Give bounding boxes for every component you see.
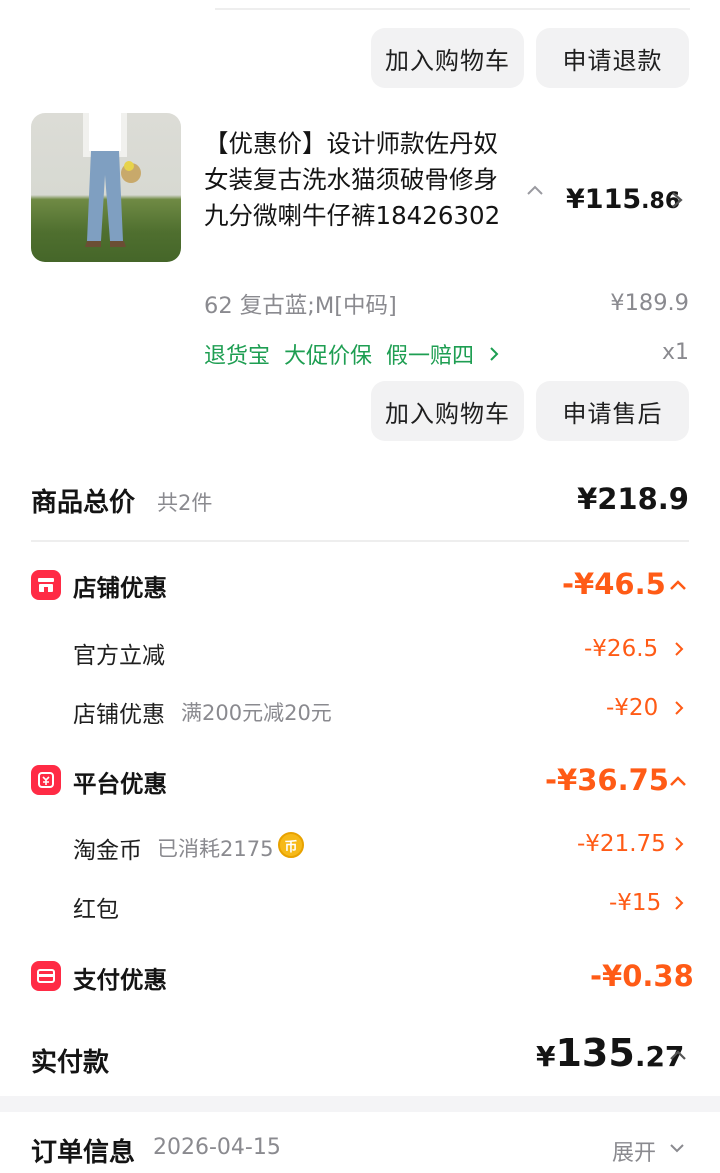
store-icon [31, 570, 61, 600]
paid-amount-label: 实付款 [31, 1048, 110, 1078]
chevron-right-icon [490, 347, 499, 361]
product-spec: 62 复古蓝;M[中码] [204, 293, 397, 319]
red-packet-label: 红包 [73, 897, 119, 923]
after-sales-button[interactable]: 申请售后 [536, 381, 689, 441]
product-title[interactable]: 【优惠价】设计师款佐丹奴女装复古洗水猫须破骨修身九分微喇牛仔裤18426302 [204, 126, 514, 234]
red-packet-value[interactable]: -¥15 [609, 890, 661, 916]
quantity: x1 [661, 340, 689, 365]
chevron-up-icon[interactable] [525, 180, 545, 200]
taojinbi-note: 已消耗2175 [157, 837, 274, 861]
tag-price-protection: 大促价保 [284, 344, 373, 369]
store-discount-label: 店铺优惠 [73, 574, 167, 602]
platform-discount-label: 平台优惠 [73, 770, 167, 798]
coin-icon: 币 [278, 832, 304, 858]
total-price-value: ¥218.9 [577, 482, 689, 516]
chevron-up-icon[interactable] [668, 1048, 688, 1062]
price-integer: 115 [584, 184, 642, 215]
section-gap [0, 1096, 720, 1112]
store-discount-value: -¥46.5 [562, 567, 666, 601]
chevron-up-icon[interactable] [668, 578, 688, 592]
chevron-right-icon[interactable] [673, 699, 685, 717]
summary-divider [31, 540, 689, 542]
original-price: ¥189.9 [610, 290, 689, 316]
payment-discount-label: 支付优惠 [73, 966, 167, 994]
taojinbi-label: 淘金币 [73, 838, 142, 864]
chevron-right-icon[interactable] [673, 640, 685, 658]
taojinbi-value[interactable]: -¥21.75 [577, 831, 666, 857]
chevron-up-icon[interactable] [668, 774, 688, 788]
order-date: 2026-04-15 [153, 1135, 281, 1160]
price-currency: ¥ [566, 184, 585, 215]
official-discount-value[interactable]: -¥26.5 [584, 636, 658, 662]
add-to-cart-button[interactable]: 加入购物车 [371, 381, 524, 441]
chevron-right-icon[interactable] [673, 835, 685, 853]
product-thumbnail[interactable] [31, 113, 181, 262]
product-price[interactable]: ¥115.86 [566, 184, 680, 215]
expand-button[interactable]: 展开 [612, 1135, 656, 1167]
platform-discount-value: -¥36.75 [545, 763, 669, 797]
paid-currency: ¥ [536, 1040, 556, 1073]
total-price-label: 商品总价 [31, 488, 136, 518]
service-tags[interactable]: 退货宝 大促价保 假一赔四 [204, 338, 500, 370]
chevron-down-icon[interactable] [668, 1142, 686, 1154]
platform-icon [31, 765, 61, 795]
top-divider [215, 8, 690, 10]
store-coupon-value[interactable]: -¥20 [606, 695, 658, 721]
add-to-cart-button[interactable]: 加入购物车 [371, 28, 524, 88]
tag-return-insurance: 退货宝 [204, 344, 271, 369]
order-info-label: 订单信息 [31, 1138, 136, 1168]
paid-integer: 135 [555, 1031, 635, 1075]
store-coupon-label: 店铺优惠 [73, 702, 165, 728]
payment-icon [31, 961, 61, 991]
request-refund-button[interactable]: 申请退款 [536, 28, 689, 88]
tag-fake-compensation: 假一赔四 [386, 344, 475, 369]
paid-amount-value: ¥135.27 [536, 1031, 684, 1075]
chevron-right-icon[interactable] [673, 894, 685, 912]
official-discount-label: 官方立减 [73, 643, 165, 669]
chevron-right-icon[interactable] [670, 190, 684, 210]
payment-discount-value: -¥0.38 [590, 959, 694, 993]
item-count: 共2件 [157, 491, 213, 515]
store-coupon-note: 满200元减20元 [181, 701, 332, 725]
